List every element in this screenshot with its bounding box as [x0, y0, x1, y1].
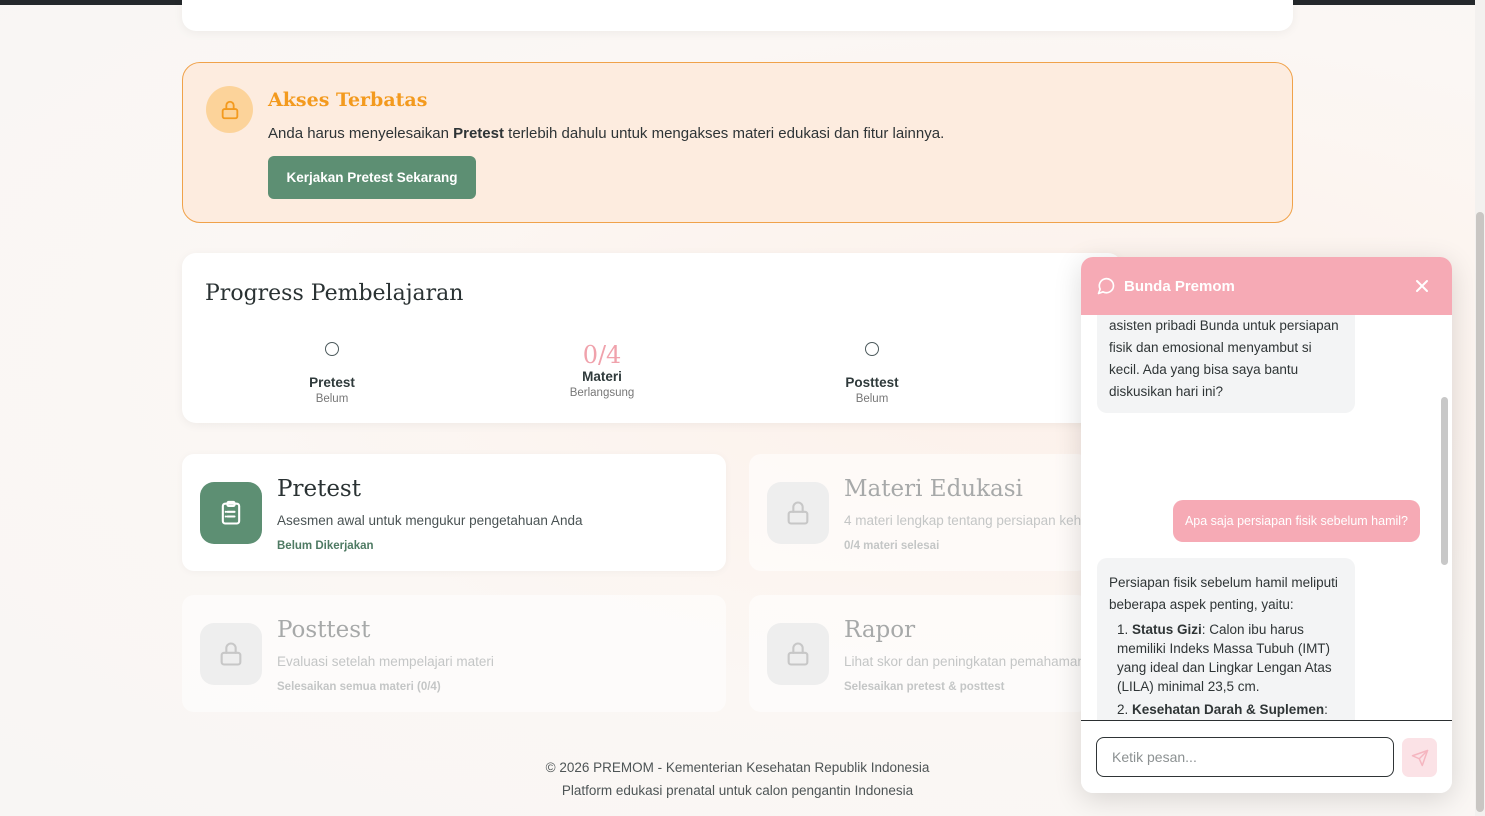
bot-message: Persiapan fisik sebelum hamil meliputi b… [1097, 558, 1355, 720]
progress-step-posttest: Posttest Belum [792, 337, 952, 405]
clipboard-icon [200, 482, 262, 544]
user-message: Apa saja persiapan fisik sebelum hamil? [1172, 500, 1420, 542]
status-badge: Belum Dikerjakan [277, 540, 374, 552]
send-button[interactable] [1402, 738, 1437, 777]
restricted-access-banner: Akses Terbatas Anda harus menyelesaikan … [182, 62, 1293, 223]
chat-scrollbar-thumb[interactable] [1441, 397, 1448, 565]
banner-message: Anda harus menyelesaikan Pretest terlebi… [268, 125, 945, 142]
lock-icon [767, 623, 829, 685]
feature-card-rapor: Rapor Lihat skor dan peningkatan pemaham… [749, 595, 1089, 712]
chat-title: Bunda Premom [1124, 277, 1235, 295]
start-pretest-button[interactable]: Kerjakan Pretest Sekarang [268, 156, 476, 199]
page-scrollbar-thumb[interactable] [1476, 212, 1484, 812]
lock-icon [206, 86, 253, 133]
chat-input-bar [1081, 720, 1452, 793]
send-icon [1411, 749, 1428, 766]
chat-messages[interactable]: Halo Bunda! Saya Bunda Premom, asisten p… [1081, 315, 1452, 720]
learning-progress-card: Progress Pembelajaran Pretest Belum 0/4 … [182, 253, 1122, 423]
list-item: 2. Kesehatan Darah & Suplemen: Kadar Hem… [1117, 702, 1328, 717]
lock-icon [767, 482, 829, 544]
header-card [182, 0, 1293, 31]
chat-header: Bunda Premom [1081, 257, 1452, 315]
feature-card-materi-edukasi: Materi Edukasi 4 materi lengkap tentang … [749, 454, 1089, 571]
pending-circle-icon [865, 342, 879, 356]
chat-widget: Bunda Premom Halo Bunda! Saya Bunda Prem… [1081, 257, 1452, 793]
status-badge: Selesaikan semua materi (0/4) [277, 681, 441, 693]
progress-step-pretest: Pretest Belum [252, 337, 412, 405]
lock-icon [200, 623, 262, 685]
status-badge: Selesaikan pretest & posttest [844, 681, 1005, 693]
bot-message: Halo Bunda! Saya Bunda Premom, asisten p… [1097, 315, 1355, 413]
banner-title: Akses Terbatas [268, 89, 428, 111]
materi-count: 0/4 [582, 341, 622, 369]
progress-title: Progress Pembelajaran [205, 281, 464, 306]
close-icon[interactable] [1412, 276, 1432, 296]
chat-message-input[interactable] [1096, 737, 1394, 777]
chat-bubble-icon [1097, 277, 1115, 295]
status-badge: 0/4 materi selesai [844, 540, 940, 552]
feature-card-pretest[interactable]: Pretest Asesmen awal untuk mengukur peng… [182, 454, 726, 571]
pending-circle-icon [325, 342, 339, 356]
progress-step-materi: 0/4 Materi Berlangsung [522, 337, 682, 399]
page-scrollbar[interactable] [1475, 0, 1485, 816]
feature-card-posttest: Posttest Evaluasi setelah mempelajari ma… [182, 595, 726, 712]
list-item: 1. Status Gizi: Calon ibu harus memiliki… [1117, 622, 1332, 694]
